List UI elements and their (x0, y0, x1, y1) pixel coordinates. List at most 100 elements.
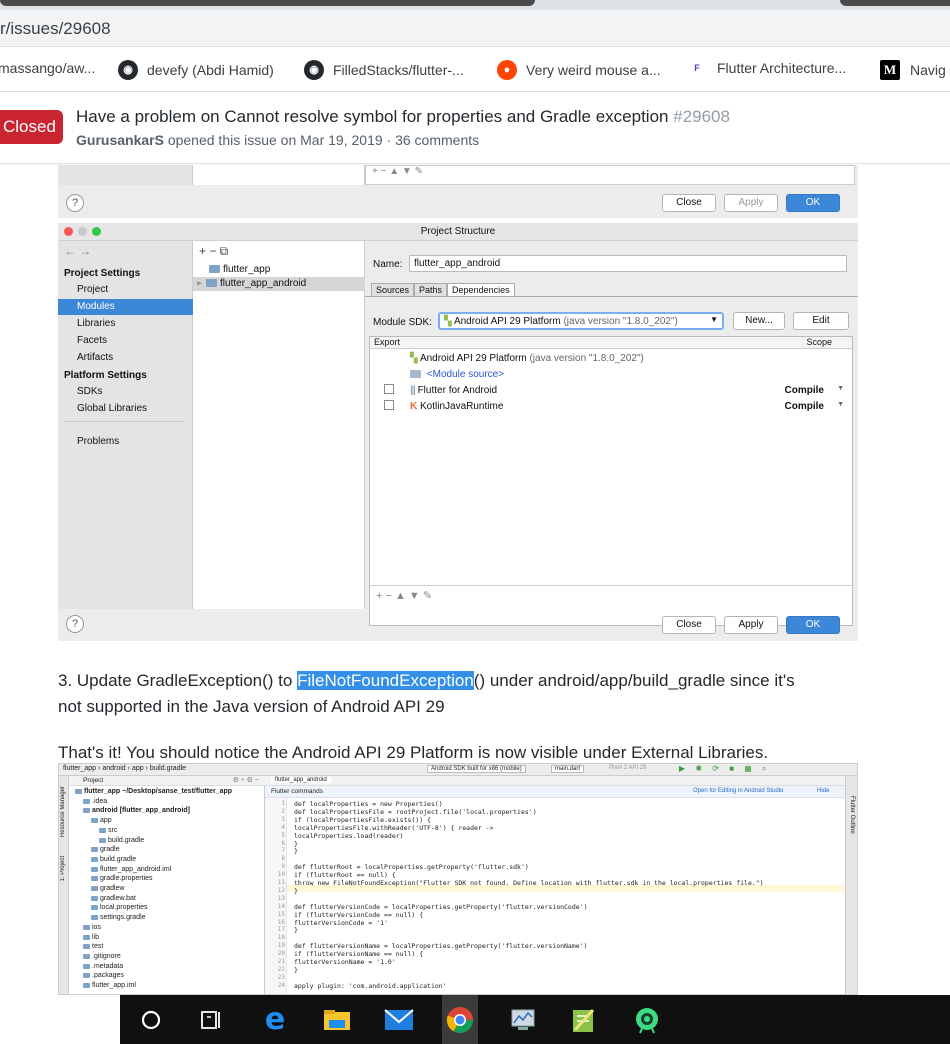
run-config-select[interactable]: main.dart (551, 765, 585, 773)
table-row[interactable]: <Module source> (410, 369, 504, 380)
bookmark-item[interactable]: ◉ devefy (Abdi Hamid) (118, 60, 274, 80)
address-url[interactable]: r/issues/29608 (0, 19, 111, 39)
new-sdk-button[interactable]: New... (733, 312, 785, 330)
tree-item[interactable]: flutter_app_android.iml (91, 866, 171, 873)
nav-arrows[interactable]: ← → (64, 244, 91, 258)
crumb[interactable]: app (132, 765, 144, 772)
dep-scope[interactable]: Compile (785, 385, 824, 396)
project-settings-header: Project Settings (64, 268, 141, 279)
issue-author[interactable]: GurusankarS (76, 132, 164, 148)
task-view-icon[interactable] (196, 1005, 226, 1035)
tree-item-label: flutter_app.iml (92, 982, 136, 989)
table-row[interactable]: ▚ Android API 29 Platform (java version … (410, 353, 644, 364)
sidebar-item-facets[interactable]: Facets (77, 335, 107, 346)
name-field[interactable]: flutter_app_android (409, 255, 847, 272)
tree-item[interactable]: settings.gradle (91, 914, 146, 921)
sidebar-item-global-libraries[interactable]: Global Libraries (77, 403, 147, 414)
tree-item[interactable]: ▸ flutter_app_android (197, 278, 306, 289)
bookmark-item[interactable]: massango/aw... (0, 60, 95, 76)
export-checkbox[interactable] (384, 400, 394, 410)
close-button[interactable]: Close (662, 194, 716, 212)
sidebar-item-libraries[interactable]: Libraries (77, 318, 115, 329)
sidebar-item-sdks[interactable]: SDKs (77, 386, 103, 397)
open-editing-link[interactable]: Open for Editing in Android Studio (693, 788, 783, 794)
sidebar-item-artifacts[interactable]: Artifacts (77, 352, 113, 363)
tree-item[interactable]: ios (83, 924, 101, 931)
browser-tab[interactable] (840, 0, 950, 6)
cortana-icon[interactable] (136, 1005, 166, 1035)
crumb[interactable]: flutter_app (63, 765, 96, 772)
tree-item[interactable]: android [flutter_app_android] (83, 807, 190, 814)
deps-toolbar[interactable]: + − ▲ ▼ ✎ (372, 166, 423, 177)
tree-item[interactable]: flutter_app.iml (83, 982, 136, 989)
chevron-right-icon[interactable]: ▸ (197, 278, 202, 289)
file-explorer-icon[interactable] (322, 1005, 352, 1035)
crumb[interactable]: build.gradle (150, 765, 186, 772)
dep-scope[interactable]: Compile (785, 401, 824, 412)
help-button[interactable]: ? (66, 194, 84, 212)
help-button[interactable]: ? (66, 615, 84, 633)
sidebar-item-problems[interactable]: Problems (77, 436, 119, 447)
android-studio-icon[interactable] (632, 1005, 662, 1035)
deps-toolbar[interactable]: + − ▲ ▼ ✎ (376, 589, 432, 602)
resource-manager-tab[interactable]: Resource Manager (60, 786, 66, 837)
edge-icon[interactable]: e (260, 1005, 290, 1035)
project-tab[interactable]: 1: Project (60, 856, 66, 881)
tree-item[interactable]: build.gradle (99, 837, 144, 844)
address-bar[interactable]: r/issues/29608 (0, 10, 950, 47)
apply-button[interactable]: Apply (724, 616, 778, 634)
close-button[interactable]: Close (662, 616, 716, 634)
tree-item[interactable]: gradle (91, 846, 119, 853)
editor-tab[interactable]: flutter_app_android (271, 777, 331, 783)
tree-item[interactable]: gradlew.bat (91, 895, 136, 902)
chevron-down-icon[interactable]: ▼ (837, 385, 844, 392)
run-toolbar-icons[interactable]: ▶ ✱ ⟳ ■ ▦ ⌕ (679, 764, 771, 774)
chevron-down-icon[interactable]: ▼ (837, 401, 844, 408)
tree-item[interactable]: .idea (83, 798, 107, 805)
tree-item[interactable]: gradlew (91, 885, 125, 892)
tree-item[interactable]: gradle.properties (91, 875, 153, 882)
tree-item[interactable]: app (91, 817, 112, 824)
table-row[interactable]: K KotlinJavaRuntime (410, 401, 503, 412)
chrome-icon[interactable] (442, 995, 478, 1044)
avd-select[interactable]: Pixel 2 API 29 (609, 765, 646, 771)
tree-item[interactable]: .packages (83, 972, 124, 979)
tree-item[interactable]: flutter_app (209, 264, 270, 275)
tree-item[interactable]: build.gradle (91, 856, 136, 863)
edit-sdk-button[interactable]: Edit (793, 312, 849, 330)
mail-icon[interactable] (384, 1005, 414, 1035)
export-checkbox[interactable] (384, 384, 394, 394)
tab-sources[interactable]: Sources (371, 283, 415, 297)
tree-item[interactable]: .metadata (83, 963, 123, 970)
tree-item[interactable]: test (83, 943, 103, 950)
hide-link[interactable]: Hide (817, 788, 829, 794)
tree-toolbar[interactable]: + − ⧉ (199, 244, 228, 259)
bookmark-item[interactable]: ● Very weird mouse a... (497, 60, 661, 80)
sidebar-item-project[interactable]: Project (77, 284, 108, 295)
tree-item[interactable]: lib (83, 934, 99, 941)
apply-button[interactable]: Apply (724, 194, 778, 212)
gear-icon[interactable]: ⚙ ÷ ⚙ − (233, 776, 259, 784)
tree-item[interactable]: flutter_app ~/Desktop/sanse_test/flutter… (75, 788, 232, 795)
notepad-icon[interactable] (568, 1005, 598, 1035)
tree-item[interactable]: src (99, 827, 117, 834)
tree-item[interactable]: local.properties (91, 904, 147, 911)
network-icon[interactable] (508, 1005, 538, 1035)
bookmark-item[interactable]: F Flutter Architecture... (690, 60, 846, 76)
tab-paths[interactable]: Paths (414, 283, 448, 297)
tab-dependencies[interactable]: Dependencies (447, 283, 515, 297)
tree-item[interactable]: .gitignore (83, 953, 121, 960)
ok-button[interactable]: OK (786, 194, 840, 212)
issue-meta-text: opened this issue on Mar 19, 2019 · 36 c… (167, 132, 480, 148)
project-view-select[interactable]: Project (83, 777, 103, 784)
browser-tab[interactable] (0, 0, 535, 6)
flutter-outline-tab[interactable]: Flutter Outline (849, 796, 855, 834)
table-row[interactable]: ||| Flutter for Android (410, 385, 497, 396)
sidebar-item-modules[interactable]: Modules (77, 301, 115, 312)
crumb[interactable]: android (102, 765, 125, 772)
device-select[interactable]: Android SDK built for x86 (mobile) (427, 765, 526, 773)
module-sdk-select[interactable]: ▚ Android API 29 Platform (java version … (438, 312, 724, 330)
bookmark-item[interactable]: M Navig (880, 60, 946, 80)
ok-button[interactable]: OK (786, 616, 840, 634)
bookmark-item[interactable]: ◉ FilledStacks/flutter-... (304, 60, 464, 80)
